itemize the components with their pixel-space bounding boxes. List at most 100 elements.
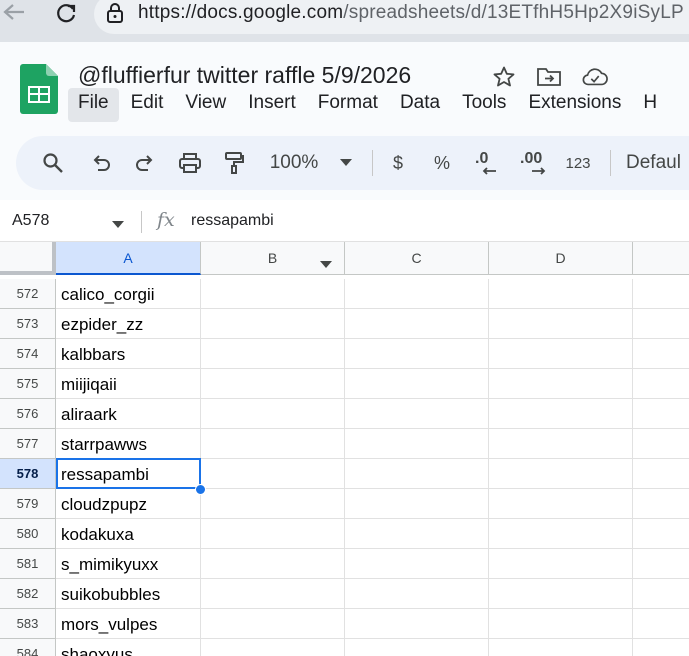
row-header[interactable]: 576 <box>0 399 56 429</box>
table-cell-empty[interactable] <box>201 339 345 369</box>
column-header-e[interactable] <box>633 242 689 275</box>
document-title[interactable]: @fluffierfur twitter raffle 5/9/2026 <box>78 62 411 89</box>
font-select[interactable]: Defaul <box>626 136 689 190</box>
table-cell-empty[interactable] <box>345 489 489 519</box>
row-header[interactable]: 574 <box>0 339 56 369</box>
table-cell-empty[interactable] <box>489 549 633 579</box>
table-cell-empty[interactable] <box>489 339 633 369</box>
search-icon[interactable] <box>38 136 68 190</box>
table-cell-empty[interactable] <box>633 339 689 369</box>
table-cell-empty[interactable] <box>489 519 633 549</box>
undo-icon[interactable] <box>86 136 116 190</box>
table-cell-empty[interactable] <box>201 549 345 579</box>
row-header[interactable]: 572 <box>0 279 56 309</box>
table-cell-a[interactable]: ressapambi <box>56 459 201 489</box>
table-cell-empty[interactable] <box>633 399 689 429</box>
decrease-decimal-button[interactable]: .0 <box>470 136 504 190</box>
row-header[interactable]: 582 <box>0 579 56 609</box>
table-cell-empty[interactable] <box>345 279 489 309</box>
row-header[interactable]: 575 <box>0 369 56 399</box>
table-cell-empty[interactable] <box>345 609 489 639</box>
table-cell-empty[interactable] <box>201 609 345 639</box>
formula-input[interactable]: ressapambi <box>191 212 274 230</box>
table-cell-empty[interactable] <box>345 369 489 399</box>
table-cell-empty[interactable] <box>633 579 689 609</box>
table-cell-empty[interactable] <box>201 579 345 609</box>
column-header-c[interactable]: C <box>345 242 489 275</box>
row-header[interactable]: 579 <box>0 489 56 519</box>
table-cell-empty[interactable] <box>633 429 689 459</box>
table-cell-empty[interactable] <box>633 609 689 639</box>
table-cell-a[interactable]: kodakuxa <box>56 519 201 549</box>
table-cell-empty[interactable] <box>633 459 689 489</box>
table-cell-empty[interactable] <box>633 279 689 309</box>
percent-format-button[interactable]: % <box>430 136 454 190</box>
table-cell-empty[interactable] <box>633 489 689 519</box>
table-cell-empty[interactable] <box>345 519 489 549</box>
menu-file[interactable]: File <box>68 88 119 122</box>
table-cell-empty[interactable] <box>633 369 689 399</box>
row-header[interactable]: 580 <box>0 519 56 549</box>
table-cell-a[interactable]: calico_corgii <box>56 279 201 309</box>
move-folder-icon[interactable] <box>536 64 562 90</box>
table-cell-a[interactable]: mors_vulpes <box>56 609 201 639</box>
table-cell-empty[interactable] <box>345 399 489 429</box>
back-arrow-icon[interactable] <box>0 0 28 28</box>
table-cell-empty[interactable] <box>345 309 489 339</box>
table-cell-empty[interactable] <box>489 369 633 399</box>
site-info-icon[interactable] <box>104 2 126 24</box>
table-cell-a[interactable]: miijiqaii <box>56 369 201 399</box>
menu-help[interactable]: H <box>633 88 667 122</box>
table-cell-empty[interactable] <box>201 429 345 459</box>
table-cell-empty[interactable] <box>201 399 345 429</box>
table-cell-empty[interactable] <box>489 459 633 489</box>
table-cell-empty[interactable] <box>345 429 489 459</box>
row-header[interactable]: 578 <box>0 459 56 489</box>
table-cell-a[interactable]: kalbbars <box>56 339 201 369</box>
menu-data[interactable]: Data <box>390 88 450 122</box>
row-header[interactable]: 581 <box>0 549 56 579</box>
row-header[interactable]: 577 <box>0 429 56 459</box>
table-cell-empty[interactable] <box>489 399 633 429</box>
table-cell-empty[interactable] <box>489 309 633 339</box>
table-cell-a[interactable]: cloudzpupz <box>56 489 201 519</box>
print-icon[interactable] <box>174 136 206 190</box>
table-cell-a[interactable]: shaoxyus <box>56 639 201 656</box>
table-cell-empty[interactable] <box>201 279 345 309</box>
number-format-button[interactable]: 123 <box>561 136 595 190</box>
table-cell-empty[interactable] <box>633 309 689 339</box>
zoom-select[interactable]: 100% <box>264 136 324 190</box>
fill-handle[interactable] <box>195 484 206 495</box>
column-header-d[interactable]: D <box>489 242 633 275</box>
table-cell-empty[interactable] <box>201 369 345 399</box>
table-cell-empty[interactable] <box>633 639 689 656</box>
url-text[interactable]: https://docs.google.com/spreadsheets/d/1… <box>138 2 684 24</box>
name-box[interactable]: A578 <box>12 212 49 230</box>
select-all-corner[interactable] <box>0 242 56 275</box>
row-header[interactable]: 573 <box>0 309 56 339</box>
menu-format[interactable]: Format <box>308 88 388 122</box>
table-cell-empty[interactable] <box>633 549 689 579</box>
table-cell-empty[interactable] <box>201 489 345 519</box>
row-header[interactable]: 583 <box>0 609 56 639</box>
paint-format-icon[interactable] <box>218 136 250 190</box>
redo-icon[interactable] <box>130 136 160 190</box>
table-cell-a[interactable]: s_mimikyuxx <box>56 549 201 579</box>
table-cell-empty[interactable] <box>345 549 489 579</box>
table-cell-a[interactable]: suikobubbles <box>56 579 201 609</box>
table-cell-empty[interactable] <box>489 489 633 519</box>
table-cell-empty[interactable] <box>345 459 489 489</box>
table-cell-empty[interactable] <box>201 459 345 489</box>
table-cell-empty[interactable] <box>633 519 689 549</box>
table-cell-empty[interactable] <box>489 429 633 459</box>
star-icon[interactable] <box>491 64 517 90</box>
table-cell-empty[interactable] <box>345 639 489 656</box>
increase-decimal-button[interactable]: .00 <box>516 136 554 190</box>
sheets-logo-icon[interactable] <box>20 64 58 114</box>
column-header-a[interactable]: A <box>56 242 201 275</box>
name-box-dropdown-icon[interactable] <box>112 216 124 228</box>
reload-icon[interactable] <box>52 0 80 28</box>
currency-format-button[interactable]: $ <box>386 136 410 190</box>
menu-edit[interactable]: Edit <box>121 88 174 122</box>
menu-insert[interactable]: Insert <box>238 88 306 122</box>
